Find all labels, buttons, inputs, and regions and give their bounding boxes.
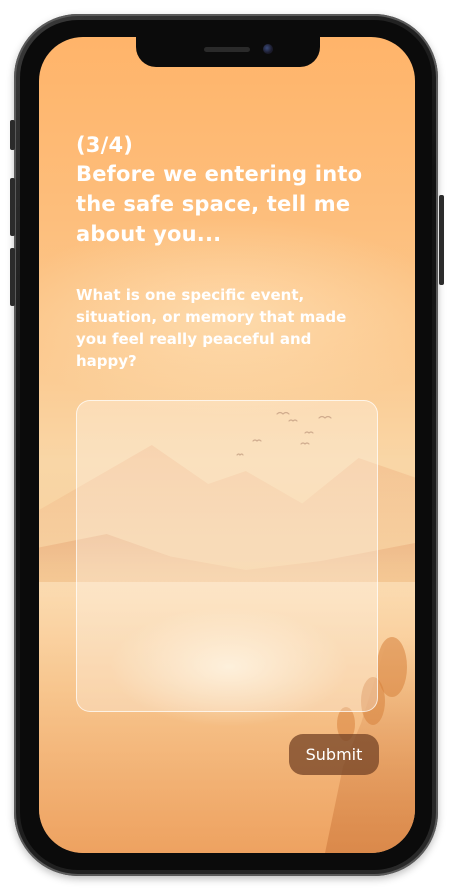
app-screen: (3/4) Before we entering into the safe s… [39,37,415,853]
device-notch [136,37,320,67]
question-prompt: What is one specific event, situation, o… [76,286,347,370]
answer-textarea-container[interactable] [76,400,378,712]
power-button [439,195,444,285]
step-indicator: (3/4) [76,133,134,157]
header: (3/4) Before we entering into the safe s… [76,131,376,249]
submit-button[interactable]: Submit [289,734,379,775]
canvas: (3/4) Before we entering into the safe s… [0,0,454,890]
volume-down-button [10,248,15,306]
page-title: Before we entering into the safe space, … [76,162,363,246]
speaker-grille-icon [204,47,250,52]
answer-textarea[interactable] [77,401,377,711]
camera-icon [263,44,273,54]
mute-switch [10,120,15,150]
volume-up-button [10,178,15,236]
